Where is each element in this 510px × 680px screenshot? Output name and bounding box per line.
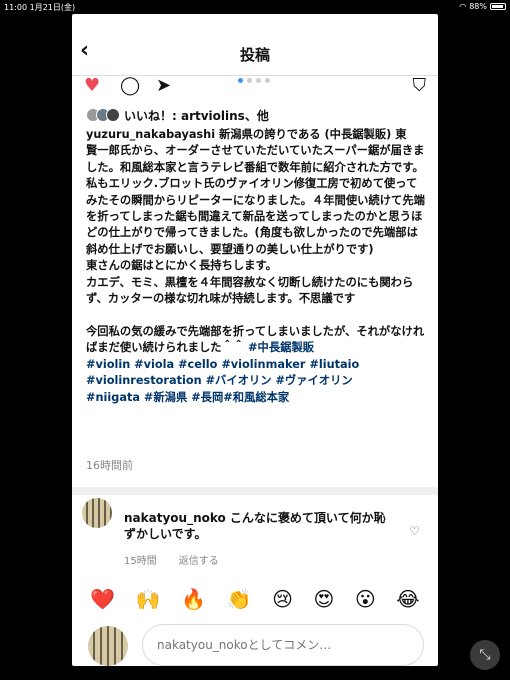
emoji-clap[interactable]: 👏 — [227, 587, 252, 611]
status-right: ◠ 88% — [459, 2, 506, 11]
page-title: 投稿 — [239, 46, 270, 64]
comment-text: nakatyou_noko こんなに褒めて頂いて何か恥ずかしいです。 — [124, 511, 386, 541]
post-actions: ♥ ◯ ➤ ⛉ — [72, 77, 438, 101]
carousel-dot — [238, 78, 243, 83]
avatar[interactable] — [82, 498, 112, 528]
post-caption: yuzuru_nakabayashi 新潟県の誇りである (中長鋸製販) 東 賢… — [86, 127, 426, 406]
avatar — [88, 626, 128, 666]
caption-username[interactable]: yuzuru_nakabayashi — [86, 128, 215, 141]
comment-meta: 15時間 返信する — [124, 552, 219, 567]
emoji-bar: ❤️ 🙌 🔥 👏 😢 😍 😮 😂 — [72, 587, 438, 611]
carousel-dot — [247, 78, 252, 83]
carousel-dot — [256, 78, 261, 83]
emoji-laugh[interactable]: 😂 — [396, 587, 419, 611]
share-icon[interactable]: ➤ — [156, 77, 171, 95]
likes-summary[interactable]: いいね！: artviolins、他 — [86, 106, 269, 124]
emoji-surprised[interactable]: 😮 — [355, 587, 376, 611]
carousel-dots — [238, 78, 270, 83]
caption-text: 新潟県の誇りである (中長鋸製販) 東 賢一郎氏から、オーダーさせていただいてい… — [86, 128, 425, 355]
emoji-raised-hands[interactable]: 🙌 — [136, 587, 161, 611]
comment-time: 15時間 — [124, 556, 157, 567]
carousel-dot — [265, 78, 270, 83]
emoji-heart-eyes[interactable]: 😍 — [313, 587, 334, 611]
liker-avatars — [86, 108, 120, 122]
post-panel: ‹ 投稿 ♥ ◯ ➤ ⛉ いいね！: artviolins、他 yuzuru_n… — [72, 14, 438, 666]
battery-icon — [490, 3, 506, 10]
wifi-icon: ◠ — [459, 2, 467, 11]
battery-percent: 88% — [469, 2, 487, 11]
emoji-fire[interactable]: 🔥 — [181, 587, 206, 611]
emoji-cry[interactable]: 😢 — [272, 587, 293, 611]
header: ‹ 投稿 — [72, 14, 438, 76]
comment-icon[interactable]: ◯ — [120, 77, 140, 95]
emoji-heart[interactable]: ❤️ — [90, 587, 115, 611]
status-bar: 11:00 1月21日(金) ◠ 88% — [0, 0, 510, 14]
heart-icon[interactable]: ♡ — [409, 524, 420, 538]
bookmark-icon[interactable]: ⛉ — [413, 77, 427, 95]
heart-icon[interactable]: ♥ — [84, 77, 100, 95]
likes-text: いいね！: artviolins、他 — [124, 108, 269, 123]
reply-button[interactable]: 返信する — [179, 552, 219, 567]
comment-input-row — [72, 624, 438, 666]
collapse-icon[interactable]: ⤡ — [470, 640, 500, 670]
avatar — [106, 108, 120, 122]
post-time: 16時間前 — [86, 459, 133, 472]
divider — [72, 487, 438, 495]
status-time: 11:00 1月21日(金) — [4, 3, 76, 12]
comment-input[interactable] — [142, 624, 424, 666]
